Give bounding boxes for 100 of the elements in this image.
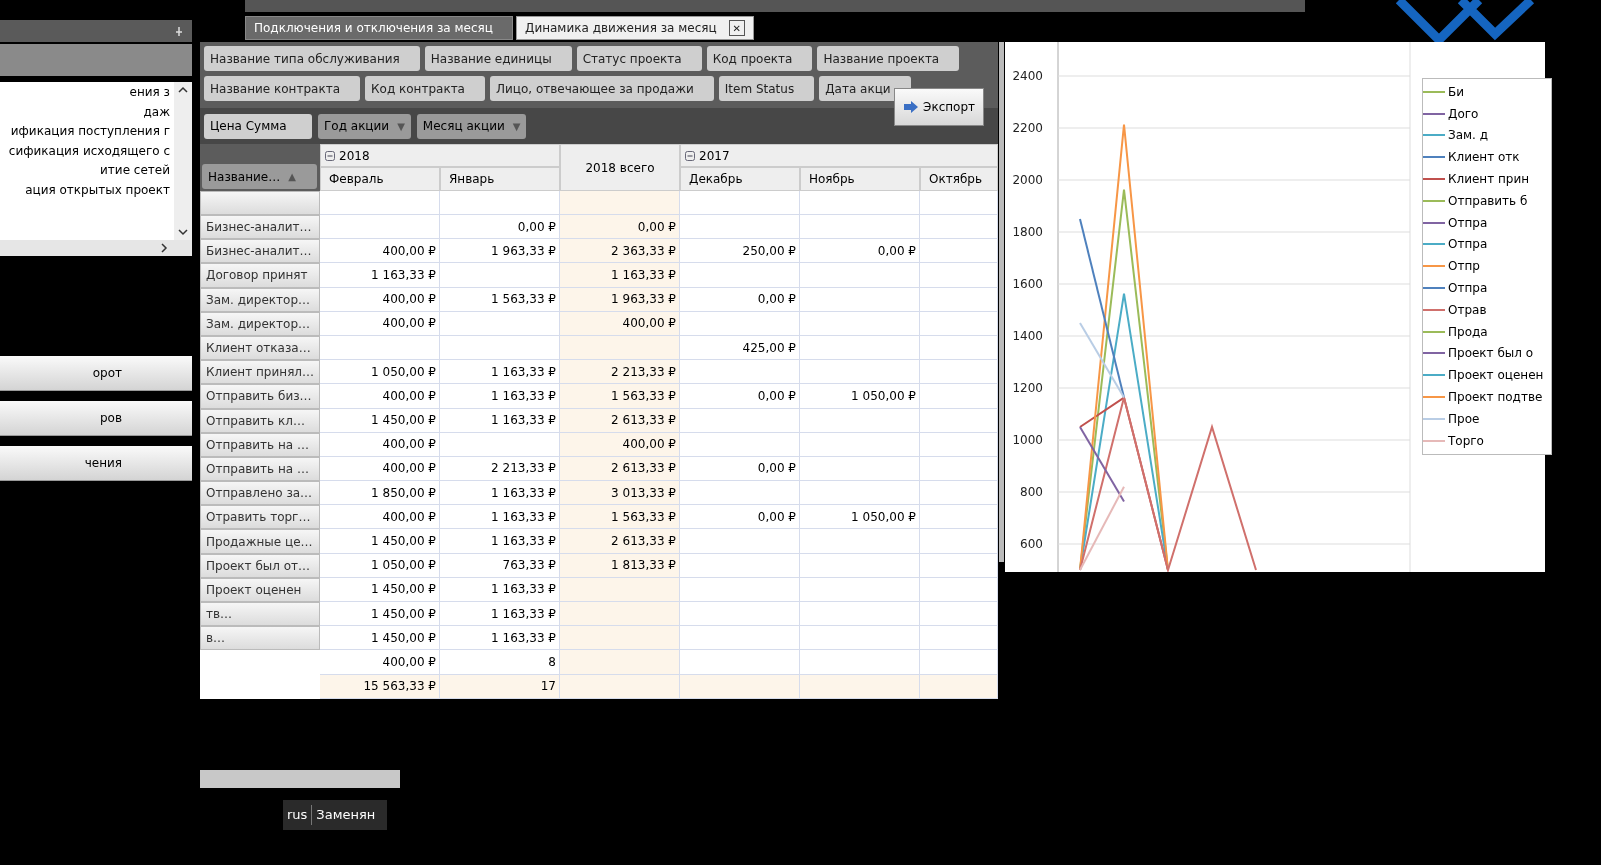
export-button[interactable]: Экспорт: [894, 88, 985, 126]
nav-button[interactable]: чения: [0, 446, 192, 481]
table-cell: 2 363,33 ₽: [560, 239, 680, 264]
row-header[interactable]: в…: [200, 626, 320, 651]
column-header: Январь: [440, 167, 560, 191]
legend-label: Проект был о: [1448, 345, 1534, 363]
axis-tick-label: 1400: [1012, 329, 1043, 343]
field-chip[interactable]: Название проекта: [817, 46, 960, 71]
table-cell: 1 163,33 ₽: [440, 408, 560, 433]
table-cell: 8: [440, 650, 560, 675]
legend-label: Би: [1448, 83, 1465, 101]
table-cell: 1 163,33 ₽: [560, 263, 680, 288]
row-header[interactable]: Отправлено за…: [200, 481, 320, 506]
list-item[interactable]: итие сетей: [0, 161, 174, 181]
legend-label: Отпра: [1448, 280, 1488, 298]
axis-tick-label: 1800: [1012, 225, 1043, 239]
row-header[interactable]: Зам. директор…: [200, 287, 320, 312]
legend-label: Отрав: [1448, 301, 1487, 319]
table-cell: 0,00 ₽: [560, 215, 680, 240]
row-header[interactable]: Договор принят: [200, 263, 320, 288]
chevron-right-icon[interactable]: [161, 243, 168, 253]
field-chip[interactable]: Название контракта: [204, 76, 360, 101]
field-chip[interactable]: Название типа обслуживания: [204, 46, 420, 71]
row-header[interactable]: Отправить биз…: [200, 384, 320, 409]
table-cell: 425,00 ₽: [680, 335, 800, 361]
table-cell: 3 013,33 ₽: [560, 481, 680, 506]
table-cell: 763,33 ₽: [440, 553, 560, 578]
row-header[interactable]: Продажные це…: [200, 529, 320, 554]
list-item[interactable]: ения з: [0, 83, 174, 103]
legend-label: Клиент отк: [1448, 149, 1520, 167]
list-item[interactable]: ация открытых проект: [0, 180, 174, 200]
column-header: Февраль: [320, 167, 440, 191]
list-item[interactable]: даж: [0, 102, 174, 122]
legend-label: Проект оценен: [1448, 367, 1544, 385]
column-header: 2018: [339, 147, 370, 165]
legend-label: Зам. д: [1448, 127, 1489, 145]
close-button[interactable]: ✕: [728, 20, 745, 36]
row-header[interactable]: Бизнес-аналит…: [200, 215, 320, 240]
legend-label: Отпра: [1448, 214, 1488, 232]
table-cell: 1 163,33 ₽: [320, 263, 440, 288]
column-field-chip[interactable]: Год акции ▼: [318, 113, 411, 139]
table-cell: 2 213,33 ₽: [560, 360, 680, 385]
legend-label: Прое: [1448, 410, 1480, 428]
legend-label: Клиент прин: [1448, 171, 1530, 189]
chevron-up-icon[interactable]: [178, 86, 188, 93]
table-cell: 1 163,33 ₽: [440, 384, 560, 409]
row-header[interactable]: Клиент отказа…: [200, 335, 320, 361]
chevron-down-icon[interactable]: [178, 229, 188, 236]
table-cell: 1 450,00 ₽: [320, 408, 440, 433]
grand-total-cell: 17: [440, 674, 560, 699]
row-header[interactable]: Отправить кл…: [200, 408, 320, 433]
field-chip[interactable]: Дата акци: [819, 76, 911, 101]
field-chip[interactable]: Код контракта: [365, 76, 485, 101]
table-cell: 400,00 ₽: [320, 505, 440, 530]
row-header[interactable]: Проект был от…: [200, 553, 320, 578]
table-cell: 0,00 ₽: [680, 384, 800, 409]
nav-button[interactable]: ров: [0, 401, 192, 436]
axis-tick-label: 2200: [1012, 121, 1043, 135]
tab[interactable]: Динамика движения за месяц ✕: [516, 16, 754, 40]
table-cell: 2 613,33 ₽: [560, 408, 680, 433]
table-cell: 1 450,00 ₽: [320, 626, 440, 651]
scrollbar[interactable]: [174, 82, 192, 240]
table-cell: 1 050,00 ₽: [320, 553, 440, 578]
horizontal-scrollbar[interactable]: [0, 240, 192, 256]
table-cell: 1 563,33 ₽: [560, 505, 680, 530]
data-field-chip[interactable]: Цена Сумма: [204, 113, 312, 139]
table-cell: 1 163,33 ₽: [440, 577, 560, 602]
field-chip[interactable]: Статус проекта: [576, 46, 702, 71]
table-cell: 250,00 ₽: [680, 239, 800, 264]
column-field-chip[interactable]: Месяц акции ▼: [416, 113, 527, 139]
row-header[interactable]: Проект оценен: [200, 577, 320, 602]
field-chip[interactable]: Item Status: [718, 76, 815, 101]
row-header[interactable]: Отправить на …: [200, 432, 320, 457]
table-cell: 0,00 ₽: [680, 505, 800, 530]
table-cell: 400,00 ₽: [320, 456, 440, 482]
field-chip[interactable]: Код проекта: [706, 46, 813, 71]
taskbar-item[interactable]: Заменян: [311, 805, 380, 825]
collapse-icon[interactable]: [685, 150, 695, 161]
row-header[interactable]: Отравить торг…: [200, 505, 320, 530]
row-field-chip[interactable]: Название… ▲: [202, 164, 317, 189]
list-item[interactable]: сификация исходящего с: [0, 141, 174, 161]
collapse-icon[interactable]: [325, 150, 335, 161]
field-chip[interactable]: Название единицы: [424, 46, 572, 71]
column-header: 2018 всего: [560, 144, 680, 191]
row-header[interactable]: Клиент принял…: [200, 360, 320, 385]
nav-button[interactable]: орот: [0, 356, 192, 391]
table-cell: 0,00 ₽: [440, 215, 560, 240]
row-header[interactable]: Отправить на …: [200, 456, 320, 482]
field-chip[interactable]: Лицо, отвечающее за продажи: [490, 76, 714, 101]
legend-label: Прода: [1448, 323, 1488, 341]
table-cell: 1 163,33 ₽: [440, 529, 560, 554]
row-header[interactable]: тв…: [200, 602, 320, 627]
row-header[interactable]: Зам. директор…: [200, 311, 320, 336]
column-header: Ноябрь: [800, 167, 920, 191]
taskbar-item[interactable]: rus: [283, 805, 312, 825]
tab[interactable]: Подключения и отключения за месяц: [245, 16, 513, 40]
list-item[interactable]: ификация поступления г: [0, 122, 174, 142]
arrow-right-icon[interactable]: [903, 100, 919, 114]
row-header[interactable]: Бизнес-аналит…: [200, 239, 320, 264]
pin-icon[interactable]: [174, 26, 184, 36]
